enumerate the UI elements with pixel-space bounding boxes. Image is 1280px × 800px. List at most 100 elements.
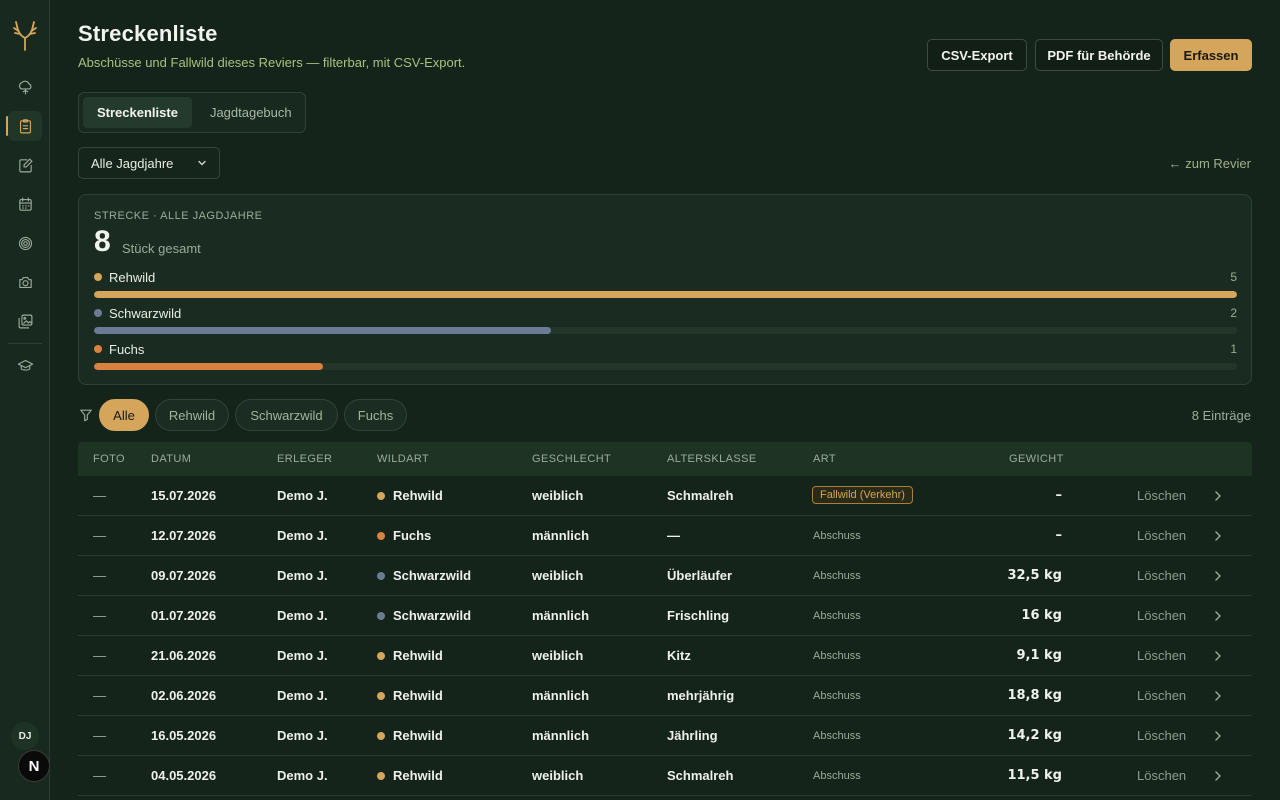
species-dot xyxy=(94,273,102,281)
pdf-export-button[interactable]: PDF für Behörde xyxy=(1035,39,1163,71)
cell-foto: — xyxy=(93,528,106,543)
filter-chip-alle[interactable]: Alle xyxy=(99,399,149,431)
table-row[interactable]: — 04.05.2026 Demo J. Rehwild weiblich Schmalr… xyxy=(78,756,1252,796)
delete-button[interactable]: Löschen xyxy=(1137,688,1186,703)
sidebar-item-revier[interactable] xyxy=(8,72,42,102)
cell-foto: — xyxy=(93,488,106,503)
table-row[interactable]: — 16.05.2026 Demo J. Rehwild männlich Jährlin… xyxy=(78,716,1252,756)
cell-wildart: Schwarzwild xyxy=(377,568,471,583)
delete-button[interactable]: Löschen xyxy=(1137,768,1186,783)
cell-foto: — xyxy=(93,768,106,783)
wildart-dot xyxy=(377,731,385,740)
col-art[interactable]: ART xyxy=(813,453,836,465)
species-count: 5 xyxy=(1230,270,1237,284)
delete-button[interactable]: Löschen xyxy=(1137,608,1186,623)
delete-button[interactable]: Löschen xyxy=(1137,648,1186,663)
col-datum[interactable]: DATUM xyxy=(151,453,191,465)
cell-gewicht: 14,2 kg xyxy=(1007,728,1062,743)
col-wildart[interactable]: WILDART xyxy=(377,453,429,465)
table-row[interactable]: — 21.06.2026 Demo J. Rehwild weiblich Kitz Abs… xyxy=(78,636,1252,676)
sidebar: DJ xyxy=(0,0,50,800)
species-fill xyxy=(94,363,323,370)
delete-button[interactable]: Löschen xyxy=(1137,528,1186,543)
tab-jagdtagebuch[interactable]: Jagdtagebuch xyxy=(196,97,306,128)
art-text: Abschuss xyxy=(813,570,861,582)
n-badge[interactable]: N xyxy=(18,750,50,782)
filter-chip-fuchs[interactable]: Fuchs xyxy=(344,399,407,431)
species-bar-schwarzwild: Schwarzwild 2 xyxy=(94,304,1237,334)
cell-gewicht: – xyxy=(1055,488,1063,503)
art-text: Abschuss xyxy=(813,690,861,702)
cell-altersklasse: Schmalreh xyxy=(667,488,734,503)
wildart-label: Rehwild xyxy=(393,728,443,743)
cell-gewicht: 11,5 kg xyxy=(1007,768,1062,783)
cell-foto: — xyxy=(93,688,106,703)
delete-button[interactable]: Löschen xyxy=(1137,568,1186,583)
cell-gewicht: 16 kg xyxy=(1021,608,1062,623)
page-title: Streckenliste xyxy=(78,21,218,46)
col-altersklasse[interactable]: ALTERSKLASSE xyxy=(667,453,757,465)
sidebar-item-jagdtagebuch[interactable] xyxy=(8,150,42,180)
tab-streckenliste[interactable]: Streckenliste xyxy=(83,97,192,128)
cell-wildart: Rehwild xyxy=(377,728,443,743)
cell-geschlecht: männlich xyxy=(532,528,590,543)
chevron-right-icon[interactable] xyxy=(1213,529,1223,543)
cell-foto: — xyxy=(93,648,106,663)
chevron-right-icon[interactable] xyxy=(1213,729,1223,743)
season-select[interactable]: Alle Jagdjahre xyxy=(78,147,220,179)
clipboard-icon xyxy=(19,118,31,133)
graduation-cap-icon xyxy=(17,359,33,371)
wildart-dot xyxy=(377,611,385,620)
antlers-logo-icon[interactable] xyxy=(11,20,39,52)
filter-chip-schwarzwild[interactable]: Schwarzwild xyxy=(235,399,338,431)
sidebar-item-schiessen[interactable] xyxy=(8,228,42,258)
tree-icon xyxy=(18,80,31,94)
back-to-revier-link[interactable]: ← zum Revier xyxy=(1169,156,1251,171)
wildart-dot xyxy=(377,651,385,660)
col-foto: FOTO xyxy=(93,453,125,465)
chevron-right-icon[interactable] xyxy=(1213,769,1223,783)
wildart-dot xyxy=(377,531,385,540)
delete-button[interactable]: Löschen xyxy=(1137,488,1186,503)
filter-chip-rehwild[interactable]: Rehwild xyxy=(155,399,229,431)
user-avatar[interactable]: DJ xyxy=(11,722,39,750)
cell-erleger: Demo J. xyxy=(277,608,328,623)
delete-button[interactable]: Löschen xyxy=(1137,728,1186,743)
wildart-dot xyxy=(377,771,385,780)
species-label: Fuchs xyxy=(109,341,145,357)
table-row[interactable]: — 09.07.2026 Demo J. Schwarzwild weiblich Übe… xyxy=(78,556,1252,596)
csv-export-button[interactable]: CSV-Export xyxy=(927,39,1027,71)
cell-wildart: Rehwild xyxy=(377,768,443,783)
sidebar-item-lernen[interactable] xyxy=(8,350,42,380)
add-entry-button[interactable]: Erfassen xyxy=(1170,39,1252,71)
sidebar-divider xyxy=(8,343,42,344)
chevron-right-icon[interactable] xyxy=(1213,689,1223,703)
sidebar-item-kalender[interactable] xyxy=(8,189,42,219)
sidebar-item-galerie[interactable] xyxy=(8,306,42,336)
chevron-right-icon[interactable] xyxy=(1213,569,1223,583)
cell-geschlecht: männlich xyxy=(532,608,590,623)
table-row[interactable]: — 01.07.2026 Demo J. Schwarzwild männlich Fri… xyxy=(78,596,1252,636)
chevron-right-icon[interactable] xyxy=(1213,489,1223,503)
cell-foto: — xyxy=(93,608,106,623)
art-text: Abschuss xyxy=(813,530,861,542)
chevron-down-icon xyxy=(198,160,206,166)
species-name: Fuchs xyxy=(94,342,144,357)
image-gallery-icon xyxy=(18,314,32,328)
col-gewicht[interactable]: GEWICHT xyxy=(1009,453,1064,465)
species-fill xyxy=(94,291,1237,298)
table-row[interactable]: — 02.06.2026 Demo J. Rehwild männlich mehrjäh… xyxy=(78,676,1252,716)
sidebar-item-wildkamera[interactable] xyxy=(8,267,42,297)
sidebar-item-streckenliste[interactable] xyxy=(6,111,42,141)
species-dot xyxy=(94,309,102,317)
cell-altersklasse: — xyxy=(667,528,680,543)
chevron-right-icon[interactable] xyxy=(1213,609,1223,623)
cell-erleger: Demo J. xyxy=(277,688,328,703)
chevron-right-icon[interactable] xyxy=(1213,649,1223,663)
table-row[interactable]: — 12.07.2026 Demo J. Fuchs männlich — Abschuss… xyxy=(78,516,1252,556)
col-geschlecht[interactable]: GESCHLECHT xyxy=(532,453,611,465)
col-erleger[interactable]: ERLEGER xyxy=(277,453,332,465)
table-row[interactable]: — 15.07.2026 Demo J. Rehwild weiblich Schmalr… xyxy=(78,476,1252,516)
cell-wildart: Schwarzwild xyxy=(377,608,471,623)
wildart-label: Rehwild xyxy=(393,768,443,783)
